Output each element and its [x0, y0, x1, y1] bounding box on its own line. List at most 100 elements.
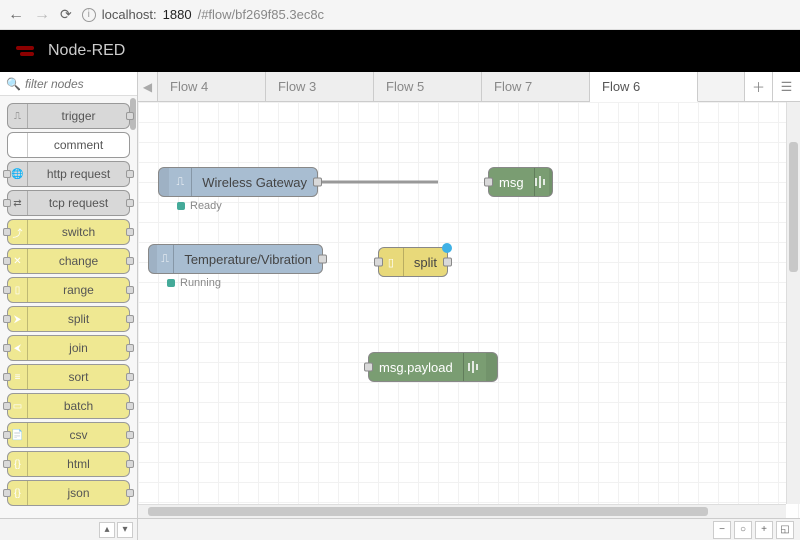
- input-port[interactable]: [364, 363, 373, 372]
- palette-sidebar: 🔍 ⎍ trigger comment 🌐 http request: [0, 72, 138, 540]
- tab-label: Flow 5: [386, 79, 424, 94]
- port-icon: [126, 431, 134, 439]
- zoom-in-button[interactable]: +: [755, 521, 773, 539]
- port-icon: [126, 170, 134, 178]
- scrollbar-thumb[interactable]: [148, 507, 708, 516]
- palette-node-comment[interactable]: comment: [7, 132, 130, 158]
- palette-node-label: switch: [28, 225, 129, 239]
- tab-label: Flow 7: [494, 79, 532, 94]
- tab-flow6[interactable]: Flow 6: [590, 72, 698, 102]
- html-icon: {}: [8, 452, 28, 476]
- port-icon: [126, 286, 134, 294]
- palette-node-label: range: [28, 283, 129, 297]
- port-icon: [3, 228, 11, 236]
- tab-flow4[interactable]: Flow 4: [158, 72, 266, 101]
- sort-icon: ≡: [8, 365, 28, 389]
- palette-node-trigger[interactable]: ⎍ trigger: [7, 103, 130, 129]
- palette-node-change[interactable]: ✕ change: [7, 248, 130, 274]
- node-label: msg.payload: [369, 360, 463, 375]
- tab-flow7[interactable]: Flow 7: [482, 72, 590, 101]
- palette-node-label: sort: [28, 370, 129, 384]
- scrollbar-thumb[interactable]: [789, 142, 798, 272]
- zoom-out-button[interactable]: −: [713, 521, 731, 539]
- node-wireless-gateway[interactable]: ⎍ Wireless Gateway Ready: [158, 167, 318, 197]
- palette-node-html[interactable]: {} html: [7, 451, 130, 477]
- navigator-button[interactable]: ◱: [776, 521, 794, 539]
- url-bar[interactable]: i localhost:1880/#flow/bf269f85.3ec8c: [82, 7, 324, 22]
- url-port: 1880: [163, 7, 192, 22]
- palette-node-switch[interactable]: ⤴ switch: [7, 219, 130, 245]
- changed-badge-icon: [442, 243, 452, 253]
- browser-bar: ← → ⟳ i localhost:1880/#flow/bf269f85.3e…: [0, 0, 800, 30]
- join-icon: ⮜: [8, 336, 28, 360]
- serial-icon: ⎍: [169, 168, 192, 196]
- trigger-icon: ⎍: [8, 104, 28, 128]
- tab-label: Flow 4: [170, 79, 208, 94]
- palette-up-button[interactable]: ▴: [99, 522, 115, 538]
- csv-icon: 📄: [8, 423, 28, 447]
- add-tab-button[interactable]: ＋: [744, 72, 772, 101]
- palette-node-tcprequest[interactable]: ⇄ tcp request: [7, 190, 130, 216]
- input-port[interactable]: [484, 178, 493, 187]
- port-icon: [3, 344, 11, 352]
- globe-icon: 🌐: [8, 162, 28, 186]
- palette-list: ⎍ trigger comment 🌐 http request ⇄ tcp r…: [0, 96, 137, 518]
- debug-toggle-button[interactable]: [486, 353, 497, 381]
- back-icon[interactable]: ←: [8, 6, 24, 24]
- node-msg-payload[interactable]: msg.payload: [368, 352, 498, 382]
- palette-node-batch[interactable]: ▭ batch: [7, 393, 130, 419]
- palette-filter-input[interactable]: [25, 77, 131, 91]
- list-tabs-button[interactable]: ☰: [772, 72, 800, 101]
- palette-node-range[interactable]: ▯ range: [7, 277, 130, 303]
- node-status: Running: [167, 277, 221, 289]
- url-path: /#flow/bf269f85.3ec8c: [198, 7, 324, 22]
- tab-flow5[interactable]: Flow 5: [374, 72, 482, 101]
- port-icon: [3, 199, 11, 207]
- forward-icon[interactable]: →: [34, 6, 50, 24]
- output-port[interactable]: [313, 178, 322, 187]
- port-icon: [3, 489, 11, 497]
- status-text: Ready: [190, 200, 222, 212]
- palette-node-label: comment: [28, 138, 129, 152]
- output-port[interactable]: [443, 258, 452, 267]
- port-icon: [126, 199, 134, 207]
- canvas-vscroll[interactable]: [786, 102, 800, 504]
- comment-icon: [8, 133, 28, 157]
- palette-node-label: trigger: [28, 109, 129, 123]
- workspace-footer: − ○ + ◱: [138, 518, 800, 540]
- palette-search[interactable]: 🔍: [0, 72, 137, 96]
- port-icon: [126, 373, 134, 381]
- palette-node-label: http request: [28, 167, 129, 181]
- canvas-hscroll[interactable]: [138, 504, 786, 518]
- palette-down-button[interactable]: ▾: [117, 522, 133, 538]
- reload-icon[interactable]: ⟳: [60, 6, 72, 23]
- port-icon: [3, 286, 11, 294]
- search-icon: 🔍: [6, 77, 21, 91]
- palette-node-httprequest[interactable]: 🌐 http request: [7, 161, 130, 187]
- flow-canvas[interactable]: ⎍ Wireless Gateway Ready msg: [138, 102, 800, 518]
- palette-node-sort[interactable]: ≡ sort: [7, 364, 130, 390]
- palette-node-label: csv: [28, 428, 129, 442]
- palette-node-csv[interactable]: 📄 csv: [7, 422, 130, 448]
- palette-node-json[interactable]: {} json: [7, 480, 130, 506]
- debug-toggle-button[interactable]: [549, 168, 552, 196]
- node-label: msg: [489, 175, 534, 190]
- zoom-reset-button[interactable]: ○: [734, 521, 752, 539]
- tab-flow3[interactable]: Flow 3: [266, 72, 374, 101]
- port-icon: [3, 170, 11, 178]
- inject-button[interactable]: [159, 168, 169, 196]
- debug-icon: [534, 168, 549, 196]
- input-port[interactable]: [374, 258, 383, 267]
- palette-node-join[interactable]: ⮜ join: [7, 335, 130, 361]
- node-msg-debug[interactable]: msg: [488, 167, 553, 197]
- node-split[interactable]: ▯ split: [378, 247, 448, 277]
- tabs-scroll-left-button[interactable]: ◀: [138, 72, 158, 101]
- port-icon: [3, 257, 11, 265]
- app-title: Node-RED: [48, 42, 125, 60]
- inject-button[interactable]: [149, 245, 157, 273]
- switch-icon: ⤴: [8, 220, 28, 244]
- node-temperature-vibration[interactable]: ⎍ Temperature/Vibration Running: [148, 244, 323, 274]
- app-header: Node-RED: [0, 30, 800, 72]
- palette-node-split[interactable]: ⮞ split: [7, 306, 130, 332]
- output-port[interactable]: [318, 255, 327, 264]
